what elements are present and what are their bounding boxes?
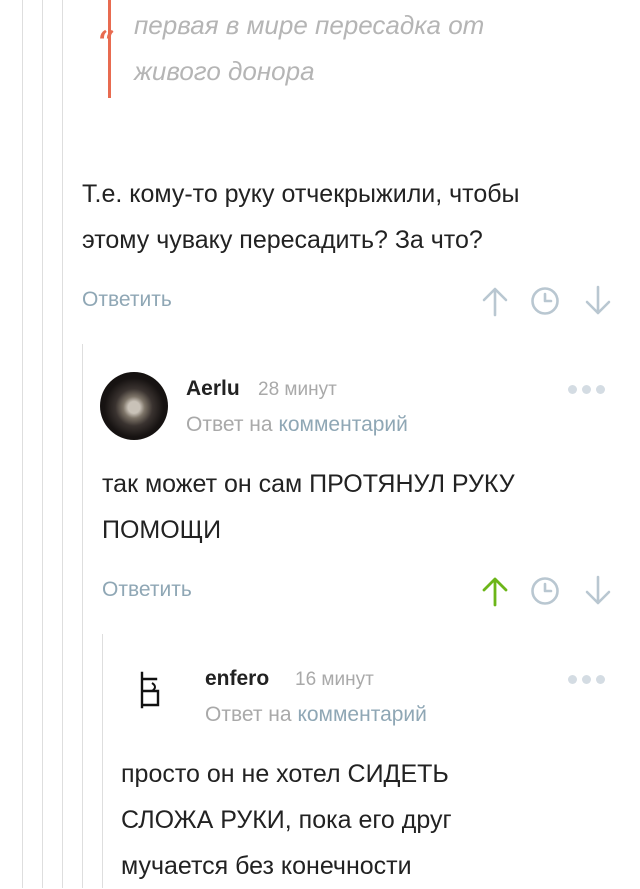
more-options-icon[interactable] (568, 675, 605, 684)
reply-to-prefix: Ответ на (186, 413, 273, 436)
comment-line: Т.е. кому-то руку отчекрыжили, чтобы (82, 180, 520, 208)
author-name[interactable]: Aerlu (186, 377, 240, 401)
reply-to-link[interactable]: комментарий (297, 703, 426, 726)
avatar[interactable] (100, 372, 168, 440)
comment-time: 16 минут (295, 669, 374, 690)
thread-line-1 (22, 0, 23, 888)
downvote-icon[interactable] (583, 575, 613, 607)
upvote-icon[interactable] (480, 575, 510, 607)
avatar-logo-icon[interactable] (130, 665, 170, 715)
reply-to-label: Ответ на комментарий (205, 703, 427, 727)
clock-icon[interactable] (530, 285, 560, 317)
upvote-icon[interactable] (480, 285, 510, 317)
comment-body: Т.е. кому-то руку отчекрыжили, чтобы это… (82, 171, 622, 263)
reply-to-prefix: Ответ на (205, 703, 292, 726)
comment-line: мучается без конечности (121, 852, 412, 880)
thread-line-4 (82, 344, 83, 888)
author-name[interactable]: enfero (205, 667, 269, 691)
reply-to-link[interactable]: комментарий (278, 413, 407, 436)
comment-body: так может он сам ПРОТЯНУЛ РУКУ ПОМОЩИ (102, 461, 622, 553)
comment-time: 28 минут (258, 379, 337, 400)
comment-line: ПОМОЩИ (102, 516, 222, 544)
comment-body: просто он не хотел СИДЕТЬ СЛОЖА РУКИ, по… (121, 751, 621, 889)
comment-line: просто он не хотел СИДЕТЬ (121, 760, 449, 788)
comment-line: так может он сам ПРОТЯНУЛ РУКУ (102, 470, 515, 498)
quote-text: первая в мире пересадка от живого донора (134, 2, 554, 94)
quote-line: первая в мире пересадка от (134, 10, 485, 40)
reply-to-label: Ответ на комментарий (186, 413, 408, 437)
comment-line: СЛОЖА РУКИ, пока его друг (121, 806, 452, 834)
thread-line-3 (62, 0, 63, 888)
thread-line-2 (42, 0, 43, 888)
thread-line-5 (102, 634, 103, 888)
comment-line: этому чуваку пересадить? За что? (82, 226, 483, 254)
reply-button[interactable]: Ответить (82, 288, 172, 312)
more-options-icon[interactable] (568, 385, 605, 394)
reply-button[interactable]: Ответить (102, 578, 192, 602)
clock-icon[interactable] (530, 575, 560, 607)
downvote-icon[interactable] (583, 285, 613, 317)
quote-mark-icon: “ (98, 25, 116, 60)
quote-line: живого донора (134, 56, 315, 86)
